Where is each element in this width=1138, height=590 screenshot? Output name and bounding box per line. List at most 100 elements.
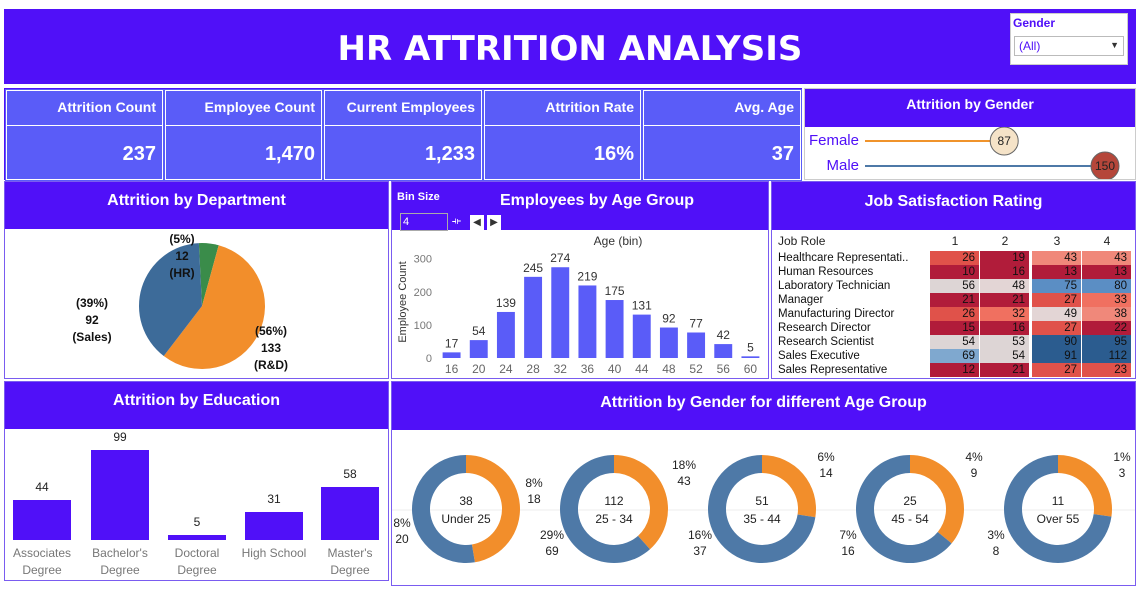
age-bar[interactable]: [551, 267, 570, 358]
department-pie-chart: (5%) 12 (HR) (39%) 92 (Sales) (56%) 133 …: [72, 232, 288, 372]
donut-male-arc[interactable]: [411, 455, 475, 563]
heatmap-cell[interactable]: 15: [930, 321, 980, 335]
heatmap-cell[interactable]: 22: [1082, 321, 1132, 335]
heatmap-cell[interactable]: 54: [980, 349, 1030, 363]
gender-panel-title: Attrition by Gender: [805, 89, 1135, 127]
slider-icon[interactable]: ⟛: [452, 216, 466, 230]
chevron-left-icon[interactable]: ◀: [470, 215, 484, 230]
heatmap-cell[interactable]: 27: [1032, 293, 1082, 307]
heatmap-cell[interactable]: 49: [1032, 307, 1082, 321]
heatmap-cell[interactable]: 26: [930, 307, 980, 321]
education-bar[interactable]: [321, 487, 379, 540]
kpi-divider: [644, 125, 800, 126]
rating-column-header: 1: [951, 234, 959, 248]
kpi-label: Avg. Age: [734, 99, 794, 115]
bin-size-input[interactable]: 4: [400, 213, 448, 231]
age-bar[interactable]: [687, 332, 706, 358]
heatmap-cell[interactable]: 16: [980, 265, 1030, 279]
age-y-tick: 200: [414, 287, 432, 299]
heatmap-cell[interactable]: 56: [930, 279, 980, 293]
department-panel: Attrition by Department (5%) 12 (HR) (39…: [4, 181, 389, 379]
gender-lollipop-chart: Female Male 87 150: [809, 127, 1120, 179]
education-value: 99: [113, 430, 127, 444]
heatmap-cell[interactable]: 43: [1032, 251, 1082, 265]
job-role-label: Healthcare Representati..: [778, 252, 909, 264]
heatmap-cell[interactable]: 26: [930, 251, 980, 265]
education-panel-title: Attrition by Education: [5, 382, 388, 429]
heatmap-cell[interactable]: 69: [930, 349, 980, 363]
heatmap-cell[interactable]: 95: [1082, 335, 1132, 349]
heatmap-cell[interactable]: 48: [980, 279, 1030, 293]
kpi-divider: [7, 125, 162, 126]
education-bar[interactable]: [91, 450, 149, 540]
age-bar[interactable]: [632, 314, 651, 358]
education-bar[interactable]: [245, 511, 303, 540]
age-bar[interactable]: [659, 327, 678, 358]
age-bar[interactable]: [524, 276, 543, 358]
heatmap-cell[interactable]: 13: [1082, 265, 1132, 279]
donut-female-arc[interactable]: [466, 455, 520, 563]
education-value: 58: [343, 467, 357, 482]
age-y-tick: 0: [426, 353, 432, 365]
heatmap-cell[interactable]: 21: [980, 363, 1030, 377]
dashboard-title: HR ATTRITION ANALYSIS: [337, 29, 803, 69]
kpi-value: 37: [771, 143, 794, 165]
heatmap-cell[interactable]: 43: [1082, 251, 1132, 265]
education-bar-chart: 44 Associates Degree 99 Bachelor's Degree 5 Doc…: [5, 429, 388, 580]
kpi-value: 237: [122, 143, 156, 165]
heatmap-cell[interactable]: 12: [930, 363, 980, 377]
age-bar[interactable]: [496, 311, 515, 358]
heatmap-cell[interactable]: 33: [1082, 293, 1132, 307]
age-bar[interactable]: [578, 285, 597, 358]
age-bar[interactable]: [714, 344, 733, 358]
heatmap-cell[interactable]: 23: [1082, 363, 1132, 377]
heatmap-cell[interactable]: 91: [1032, 349, 1082, 363]
gender-filter[interactable]: Gender (All) ▼: [1010, 13, 1128, 65]
heatmap-cell[interactable]: 112: [1082, 349, 1132, 363]
chevron-right-icon[interactable]: ▶: [487, 215, 501, 230]
donut-female-arc[interactable]: [762, 455, 816, 518]
heatmap-cell[interactable]: 16: [980, 321, 1030, 335]
heatmap-cell[interactable]: 21: [980, 293, 1030, 307]
age-bar[interactable]: [442, 352, 461, 358]
heatmap-cell[interactable]: 13: [1032, 265, 1082, 279]
education-label-line2: Degree: [330, 563, 370, 577]
heatmap-cell[interactable]: 21: [930, 293, 980, 307]
heatmap-cell[interactable]: 54: [930, 335, 980, 349]
rd-value-label: 133: [261, 341, 281, 355]
heatmap-cell[interactable]: 10: [930, 265, 980, 279]
heatmap-cell[interactable]: 38: [1082, 307, 1132, 321]
gender-filter-select[interactable]: (All) ▼: [1014, 36, 1124, 56]
heatmap-cell[interactable]: 90: [1032, 335, 1082, 349]
heatmap-cell[interactable]: 32: [980, 307, 1030, 321]
donut-center-label: 35 - 44: [743, 512, 781, 526]
education-value: 44: [35, 480, 49, 494]
education-label-line2: Degree: [177, 563, 217, 577]
heatmap-cell[interactable]: 53: [980, 335, 1030, 349]
rd-pct-label: (56%): [255, 324, 287, 338]
age-bar[interactable]: [605, 300, 624, 358]
age-bar[interactable]: [469, 340, 488, 358]
donut-center-label: Over 55: [1037, 512, 1080, 526]
kpi-label: Attrition Rate: [545, 99, 634, 115]
age-x-tick: 40: [608, 362, 622, 376]
heatmap-cell[interactable]: 27: [1032, 321, 1082, 335]
job-satisfaction-title: Job Satisfaction Rating: [772, 182, 1135, 230]
heatmap-cell[interactable]: 27: [1032, 363, 1082, 377]
donut-center-value: 11: [1052, 494, 1065, 508]
heatmap-cell[interactable]: 19: [980, 251, 1030, 265]
age-bar-label: 5: [747, 340, 754, 354]
chevron-down-icon[interactable]: ▼: [1110, 40, 1119, 50]
age-x-tick: 32: [554, 362, 568, 376]
age-x-tick: 36: [581, 362, 595, 376]
education-bar[interactable]: [168, 535, 226, 540]
rd-name-label: (R&D): [254, 358, 288, 372]
donut-female-arc[interactable]: [1058, 455, 1112, 517]
donut-female-arc[interactable]: [910, 455, 964, 544]
heatmap-cell[interactable]: 80: [1082, 279, 1132, 293]
age-bar-label: 17: [445, 336, 459, 350]
age-bar[interactable]: [741, 356, 760, 358]
heatmap-cell[interactable]: 75: [1032, 279, 1082, 293]
donut-female-value: 3: [1119, 466, 1126, 480]
education-bar[interactable]: [13, 500, 71, 540]
